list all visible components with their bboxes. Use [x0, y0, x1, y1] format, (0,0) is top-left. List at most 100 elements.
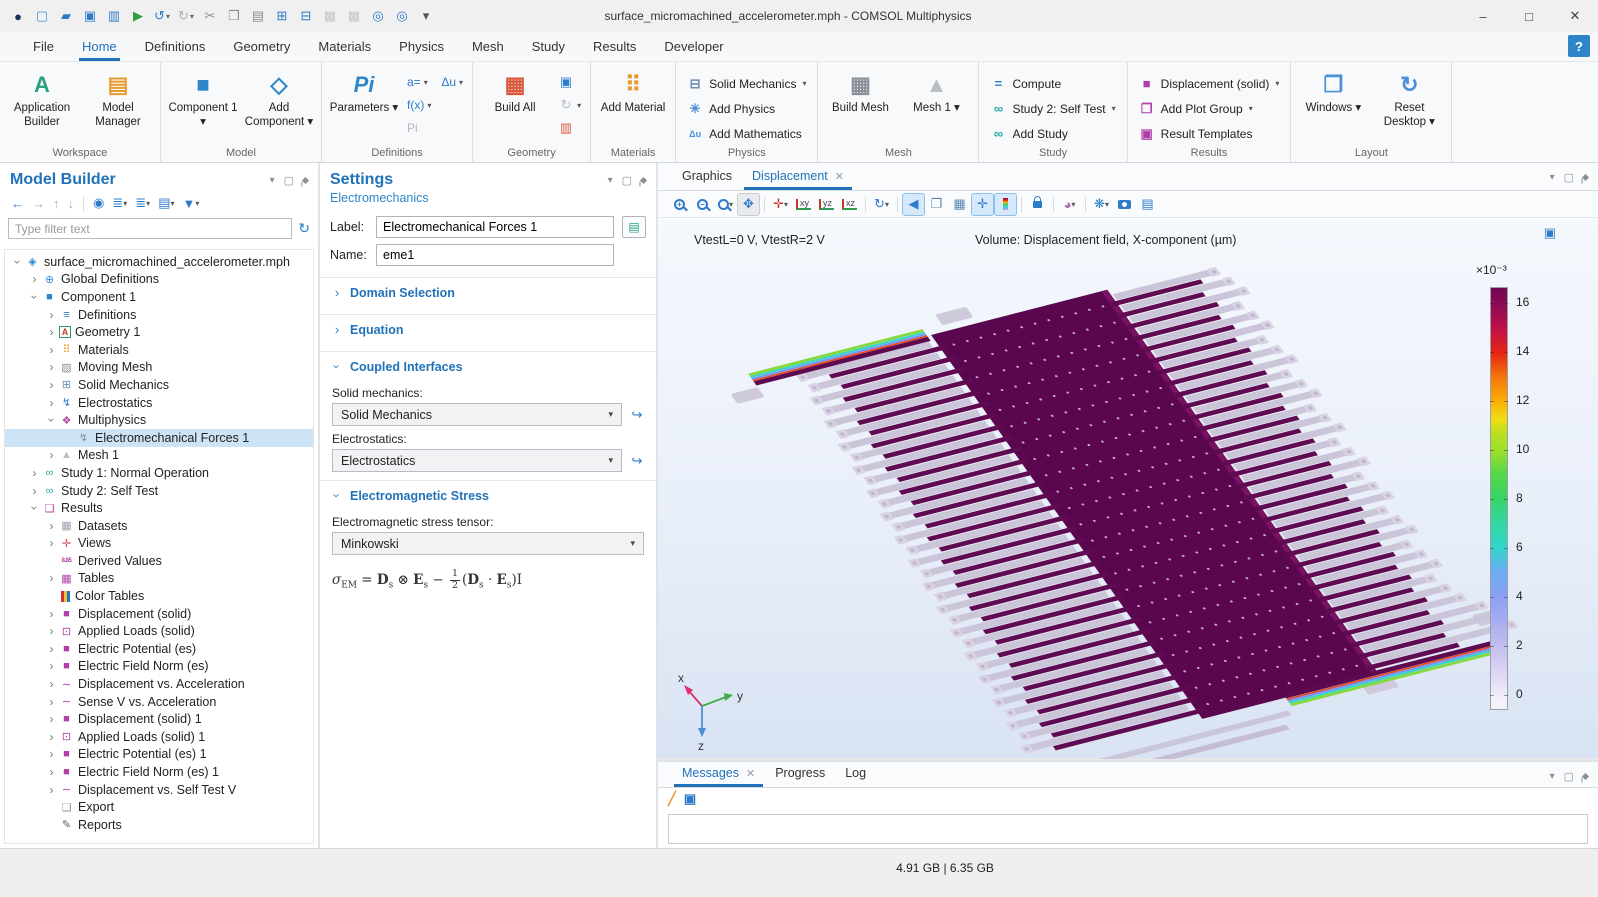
panel-pin-icon[interactable] — [640, 176, 647, 183]
chevron-right-icon[interactable]: › — [45, 536, 58, 550]
chevron-right-icon[interactable]: › — [45, 765, 58, 779]
tree-item[interactable]: ›⊕Global Definitions — [5, 271, 313, 289]
view-orientation-icon[interactable]: ✛▾ — [770, 194, 791, 215]
find-button[interactable]: ◎ — [368, 5, 388, 27]
menu-home[interactable]: Home — [71, 34, 128, 59]
chevron-right-icon[interactable]: › — [45, 378, 58, 392]
tree-item[interactable]: ↯Electromechanical Forces 1 — [5, 429, 313, 447]
add-material-button[interactable]: ⠿Add Material — [597, 66, 669, 116]
scene-light-icon[interactable]: ◀ — [903, 194, 924, 215]
chevron-right-icon[interactable]: › — [45, 360, 58, 374]
appearance-icon[interactable]: ◕▾ — [1059, 194, 1080, 215]
chevron-down-icon[interactable]: › — [11, 255, 25, 268]
menu-geometry[interactable]: Geometry — [222, 34, 301, 59]
chevron-right-icon[interactable]: › — [28, 484, 41, 498]
add-mathematics-button[interactable]: ΔuAdd Mathematics — [682, 122, 811, 145]
view-xy-icon[interactable]: xy — [793, 194, 814, 215]
rename-icon[interactable]: ▤ — [622, 216, 646, 238]
chevron-right-icon[interactable]: › — [45, 396, 58, 410]
chevron-down-icon[interactable]: › — [28, 502, 42, 515]
copy-button[interactable]: ❐ — [224, 5, 244, 27]
clear-messages-icon[interactable]: ╱ — [668, 791, 676, 807]
menu-results[interactable]: Results — [582, 34, 647, 59]
panel-float-icon[interactable]: ▢ — [284, 174, 294, 187]
add-study-button[interactable]: ∞Add Study — [985, 122, 1120, 145]
tree-item[interactable]: ›◈surface_micromachined_accelerometer.mp… — [5, 253, 313, 271]
show-axis-icon[interactable]: ✛ — [972, 194, 993, 215]
move-down-icon[interactable]: ↓ — [65, 196, 78, 211]
node-text-icon[interactable]: ▤▾ — [155, 195, 177, 211]
collapse-all-icon[interactable]: ≣▾ — [109, 195, 130, 211]
panel-float-icon[interactable]: ▢ — [1564, 171, 1574, 184]
tree-filter-input[interactable] — [8, 218, 292, 239]
panel-pin-icon[interactable] — [302, 176, 309, 183]
copy-text-icon[interactable]: ▣ — [684, 791, 696, 807]
tree-item[interactable]: ›↯Electrostatics — [5, 394, 313, 412]
zoom-out-icon[interactable]: − — [692, 194, 713, 215]
solid-mechanics-select[interactable]: Solid Mechanics ▾ — [332, 403, 622, 426]
select-box-button[interactable]: ▩ — [320, 5, 340, 27]
menu-developer[interactable]: Developer — [653, 34, 734, 59]
panel-menu-icon[interactable]: ▾ — [608, 175, 613, 186]
tree-item[interactable]: ›▦Tables — [5, 570, 313, 588]
label-field[interactable] — [376, 216, 614, 238]
chevron-right-icon[interactable]: › — [45, 343, 58, 357]
panel-menu-icon[interactable]: ▾ — [1550, 172, 1555, 183]
chevron-right-icon[interactable]: › — [28, 272, 41, 286]
redo-button[interactable]: ↻▾ — [176, 5, 196, 27]
solid-mechanics-select-button[interactable]: ⊟Solid Mechanics▾ — [682, 72, 811, 95]
show-icon[interactable]: ◉ — [90, 195, 107, 211]
tab-displacement[interactable]: Displacement✕ — [742, 163, 854, 190]
filter-icon[interactable]: ▼▾ — [180, 196, 203, 211]
chevron-down-icon[interactable]: › — [28, 290, 42, 303]
variables-button[interactable]: a=▾ — [404, 72, 434, 92]
menu-file[interactable]: File — [22, 34, 65, 59]
tree-item[interactable]: ›⊡Applied Loads (solid) — [5, 622, 313, 640]
snapshot-icon[interactable] — [1114, 194, 1135, 215]
lock-view-icon[interactable] — [1027, 194, 1048, 215]
section-equation[interactable]: › Equation — [320, 314, 656, 343]
menu-mesh[interactable]: Mesh — [461, 34, 515, 59]
tree-item[interactable]: ›∞Study 2: Self Test — [5, 482, 313, 500]
windows-button[interactable]: ❐Windows ▾ — [1297, 66, 1369, 116]
tree-item[interactable]: ›■Electric Field Norm (es) 1 — [5, 763, 313, 781]
tab-messages[interactable]: Messages✕ — [672, 760, 765, 787]
zoom-extents-icon[interactable]: ✥ — [738, 194, 759, 215]
cut-button[interactable]: ✂ — [200, 5, 220, 27]
chevron-right-icon[interactable]: › — [45, 448, 58, 462]
menu-definitions[interactable]: Definitions — [134, 34, 217, 59]
save-search-button[interactable]: ▥ — [104, 5, 124, 27]
move-up-icon[interactable]: ↑ — [50, 196, 63, 211]
tree-item[interactable]: ›AGeometry 1 — [5, 323, 313, 341]
chevron-right-icon[interactable]: › — [45, 624, 58, 638]
paste-button[interactable]: ▤ — [248, 5, 268, 27]
displacement-solid-button[interactable]: ■Displacement (solid)▾ — [1134, 72, 1285, 95]
component-1-button[interactable]: ■Component 1 ▾ — [167, 66, 239, 130]
tree-item[interactable]: ✎Reports — [5, 816, 313, 834]
chevron-right-icon[interactable]: › — [45, 659, 58, 673]
tree-item[interactable]: ›▦Datasets — [5, 517, 313, 535]
mesh-1-button[interactable]: ▲Mesh 1 ▾ — [900, 66, 972, 116]
panel-menu-icon[interactable]: ▾ — [1550, 771, 1555, 782]
tree-item[interactable]: ›∼Sense V vs. Acceleration — [5, 693, 313, 711]
result-templates-button[interactable]: ▣Result Templates — [1134, 122, 1285, 145]
chevron-right-icon[interactable]: › — [45, 783, 58, 797]
show-grid-icon[interactable]: ▦ — [949, 194, 970, 215]
tree-item[interactable]: ›⊞Solid Mechanics — [5, 376, 313, 394]
panel-float-icon[interactable]: ▢ — [1564, 770, 1574, 783]
chevron-right-icon[interactable]: › — [45, 571, 58, 585]
tree-item[interactable]: ›■Displacement (solid) 1 — [5, 710, 313, 728]
model-manager-button[interactable]: ▤Model Manager — [82, 66, 154, 130]
save-button[interactable]: ▣ — [80, 5, 100, 27]
tab-graphics[interactable]: Graphics — [672, 163, 742, 190]
tree-item[interactable]: ›∼Displacement vs. Acceleration — [5, 675, 313, 693]
parameters-button[interactable]: PiParameters ▾ — [328, 66, 400, 116]
run-button[interactable]: ▶ — [128, 5, 148, 27]
menu-materials[interactable]: Materials — [307, 34, 382, 59]
graphics-viewport[interactable]: VtestL=0 V, VtestR=2 V Volume: Displacem… — [658, 219, 1598, 758]
tree-item[interactable]: ›■Component 1 — [5, 288, 313, 306]
new-file-button[interactable]: ▢ — [32, 5, 52, 27]
panel-menu-icon[interactable]: ▾ — [270, 175, 275, 186]
tree-item[interactable]: ›■Electric Potential (es) — [5, 640, 313, 658]
go-forward-icon[interactable]: → — [29, 196, 48, 211]
